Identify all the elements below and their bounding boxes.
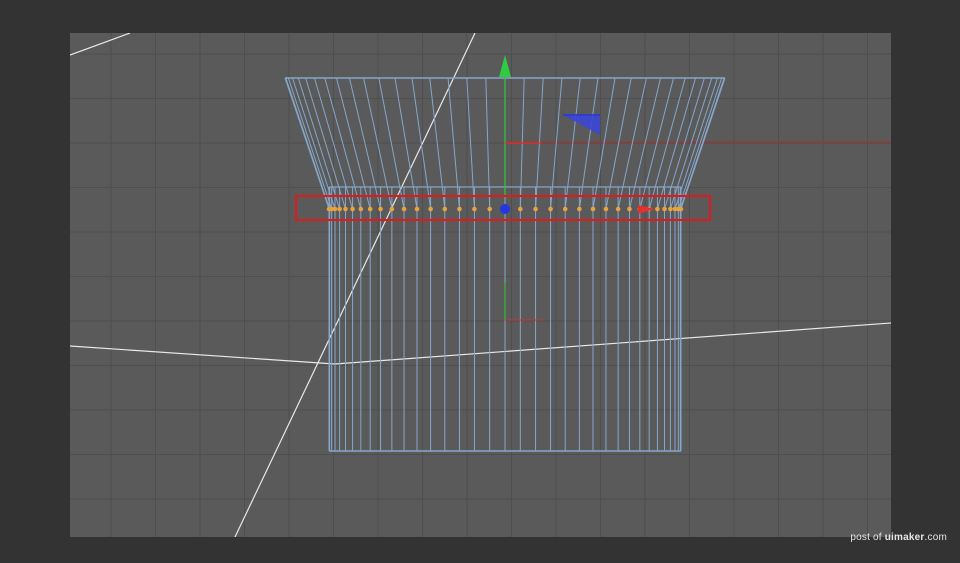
ring-point[interactable] bbox=[414, 206, 420, 212]
ring-point[interactable] bbox=[389, 206, 395, 212]
ring-point[interactable] bbox=[337, 206, 342, 212]
move-gizmo[interactable] bbox=[499, 55, 600, 198]
ring-point[interactable] bbox=[562, 206, 568, 212]
gizmo-z-handle-icon[interactable] bbox=[563, 115, 600, 135]
ring-point[interactable] bbox=[358, 206, 364, 212]
guide-line-top-left bbox=[70, 33, 131, 56]
ring-point[interactable] bbox=[457, 206, 462, 212]
watermark: post of uimaker.com bbox=[850, 532, 947, 543]
ring-point[interactable] bbox=[662, 206, 667, 212]
ring-point[interactable] bbox=[518, 206, 523, 212]
ring-point[interactable] bbox=[367, 206, 373, 212]
ring-point[interactable] bbox=[401, 206, 407, 212]
watermark-brand: uimaker bbox=[884, 532, 925, 543]
ring-point[interactable] bbox=[350, 206, 355, 212]
watermark-prefix: post of bbox=[850, 532, 882, 543]
ring-point[interactable] bbox=[332, 206, 338, 212]
ring-center-handle[interactable] bbox=[500, 204, 510, 214]
ring-point[interactable] bbox=[533, 206, 538, 212]
ring-point[interactable] bbox=[655, 206, 660, 212]
grid-plane bbox=[70, 33, 891, 537]
ring-point[interactable] bbox=[590, 206, 596, 212]
guide-line-diagonal bbox=[234, 33, 476, 537]
guide-line-horizon bbox=[70, 322, 891, 365]
ring-point[interactable] bbox=[343, 206, 348, 212]
ring-point[interactable] bbox=[603, 206, 609, 212]
ring-point[interactable] bbox=[472, 206, 477, 212]
gizmo-y-arrow-icon[interactable] bbox=[499, 55, 511, 77]
ring-point[interactable] bbox=[668, 206, 673, 212]
ring-point[interactable] bbox=[487, 206, 492, 212]
3d-viewport[interactable] bbox=[70, 33, 891, 537]
ring-point[interactable] bbox=[442, 206, 448, 212]
ring-x-arrow-icon[interactable] bbox=[638, 205, 655, 214]
viewport-scene[interactable] bbox=[70, 33, 891, 537]
ring-point[interactable] bbox=[577, 206, 582, 212]
watermark-suffix: .com bbox=[924, 532, 947, 543]
ring-point[interactable] bbox=[615, 206, 621, 212]
ring-point[interactable] bbox=[678, 206, 684, 212]
ring-point[interactable] bbox=[428, 206, 433, 212]
ring-point[interactable] bbox=[548, 206, 553, 212]
ring-point[interactable] bbox=[378, 206, 383, 212]
ring-point[interactable] bbox=[627, 206, 632, 212]
